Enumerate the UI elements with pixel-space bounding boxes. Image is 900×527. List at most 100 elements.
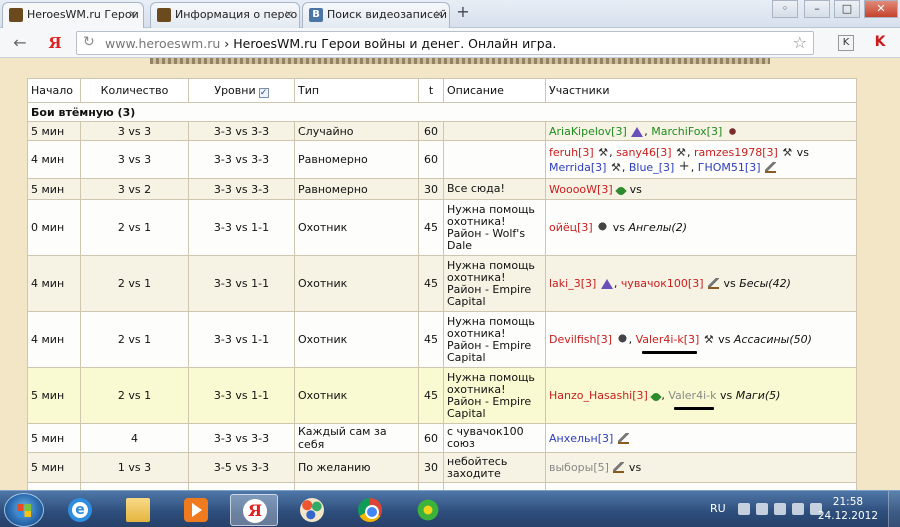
address-bar[interactable]: ↻ www.heroeswm.ru › HeroesWM.ru Герои во… [76,31,814,55]
taskbar-internet-explorer[interactable]: e [56,494,104,526]
cell-start: 5 мин [27,367,81,424]
cell-levels: 3-5 vs 3-3 [188,452,295,483]
player-link[interactable]: Devilfish[3] [549,333,612,346]
show-desktop-button[interactable] [888,491,900,527]
cell-start: 5 мин [27,452,81,483]
tab-character-info[interactable]: Информация о персо × [150,2,300,28]
claw-faction-icon: ⚒ [676,145,686,159]
header-start: Начало [27,78,81,103]
header-description: Описание [443,78,546,103]
separator: vs [720,277,740,290]
cell-type: Равномерно [294,140,419,179]
tray-icon[interactable] [756,503,768,515]
start-button[interactable] [4,493,44,527]
taskbar-icq[interactable] [404,494,452,526]
cell-t: 30 [418,452,444,483]
cell-t: 60 [418,140,444,179]
heroeswm-favicon-icon [157,8,171,22]
system-tray: RU 21:58 24.12.2012 [660,491,900,527]
player-link[interactable]: Blue_[3] [629,161,674,174]
section-title: Бои втёмную (3) [27,102,857,122]
player-link[interactable]: laki_3[3] [549,277,596,290]
player-link[interactable]: WooooW[3] [549,183,613,196]
battle-row: 4 мин 2 vs 1 3-3 vs 1-1 Охотник 45 Нужна помо… [27,255,857,312]
cross-faction-icon [679,159,690,174]
bookmark-star-icon[interactable]: ☆ [793,33,807,52]
battles-panel: Начало Количество Уровни ✓ Тип t Описание… [27,78,857,490]
maximize-button[interactable]: □ [834,0,860,18]
kaspersky-icon[interactable]: K [872,33,888,51]
header-count: Количество [80,78,189,103]
language-indicator[interactable]: RU [710,502,726,515]
tab-close-icon[interactable]: × [285,3,293,27]
tab-title: Поиск видеозаписей [327,8,447,21]
cell-participants: AriaKipelov[3] , MarchiFox[3] [545,121,857,141]
sword-faction-icon [765,161,777,173]
minimize-button[interactable]: – [804,0,830,18]
claw-faction-icon: ⚒ [610,160,621,174]
cell-type: Охотник [294,199,419,256]
cell-type: Охотник [294,311,419,368]
network-icon[interactable] [774,503,786,515]
cell-t: 45 [418,367,444,424]
browser-menu-button[interactable]: ◦ [772,0,798,18]
cell-description [443,140,546,179]
player-link[interactable]: чувачок100[3] [621,277,704,290]
player-link[interactable]: Valer4i-k [668,388,716,410]
cat-faction-icon [726,125,738,137]
new-tab-button[interactable]: + [452,4,474,22]
tab-heroeswm[interactable]: HeroesWM.ru Герои в × [2,2,144,28]
cell-start: 4 мин [27,140,81,179]
volume-icon[interactable] [792,503,804,515]
taskbar-explorer[interactable] [114,494,162,526]
taskbar-media-player[interactable] [172,494,220,526]
header-t: t [418,78,444,103]
taskbar-chrome[interactable] [346,494,394,526]
tab-close-icon[interactable]: × [129,3,137,27]
tab-video-search[interactable]: B Поиск видеозаписей × [302,2,450,28]
cell-start: 4 мин [27,255,81,312]
cell-description: с чувачок100 союз [443,423,546,453]
player-link[interactable]: Merrida[3] [549,161,606,174]
back-button[interactable]: ← [8,32,32,54]
page-banner-edge [150,58,770,64]
tab-close-icon[interactable]: × [435,3,443,27]
player-link[interactable]: Hanzo_Hasashi[3] [549,389,648,402]
taskbar-paint[interactable] [288,494,336,526]
player-link[interactable]: ramzes1978[3] [694,146,778,159]
yandex-button[interactable]: Я [46,32,64,54]
levels-filter-checkbox[interactable]: ✓ [258,87,269,98]
cell-t: 60 [418,121,444,141]
tray-icon[interactable] [738,503,750,515]
player-link[interactable]: sany46[3] [616,146,672,159]
player-link[interactable]: ойёц[3] [549,221,593,234]
battle-row: 5 мин 2 vs 1 3-3 vs 1-1 Охотник 45 Нужна помо… [27,367,857,424]
taskbar-yandex-browser[interactable]: Я [230,494,278,526]
close-window-button[interactable]: ✕ [864,0,898,18]
separator: , [613,277,621,290]
address-text[interactable]: www.heroeswm.ru › HeroesWM.ru Герои войн… [105,36,556,51]
cell-levels: 3-3 vs 1-1 [188,367,295,424]
knight-faction-icon [597,222,609,233]
cell-count: 2 vs 1 [80,367,189,424]
player-link[interactable]: выборы[5] [549,461,609,474]
cell-levels: 3-3 vs 1-1 [188,199,295,256]
cell-levels: 3-3 vs 3-3 [188,140,295,179]
clock[interactable]: 21:58 24.12.2012 [818,495,878,523]
battle-row: 5 мин 1 vs 3 3-5 vs 3-3 По желанию 30 небойте… [27,452,857,483]
player-link[interactable]: AriaKipelov[3] [549,125,627,138]
player-link[interactable]: ГНОМ51[3] [698,161,761,174]
chrome-icon [358,498,382,522]
reload-icon[interactable]: ↻ [83,34,95,50]
player-link[interactable]: MarchiFox[3] [651,125,722,138]
player-link[interactable]: Анхельн[3] [549,432,613,445]
separator: vs [625,461,642,474]
player-link[interactable]: Valer4i-k[3] [636,332,699,354]
player-link[interactable]: feruh[3] [549,146,594,159]
extension-k-icon[interactable]: K [838,35,854,51]
separator: , [628,333,636,346]
cell-levels: 3-3 vs 1-1 [188,255,295,312]
battle-row: 4 мин 2 vs 1 3-3 vs 1-1 Охотник 45 Нужна помо… [27,311,857,368]
cell-type: Каждый сам за себя [294,423,419,453]
cell-t: 60 [418,423,444,453]
